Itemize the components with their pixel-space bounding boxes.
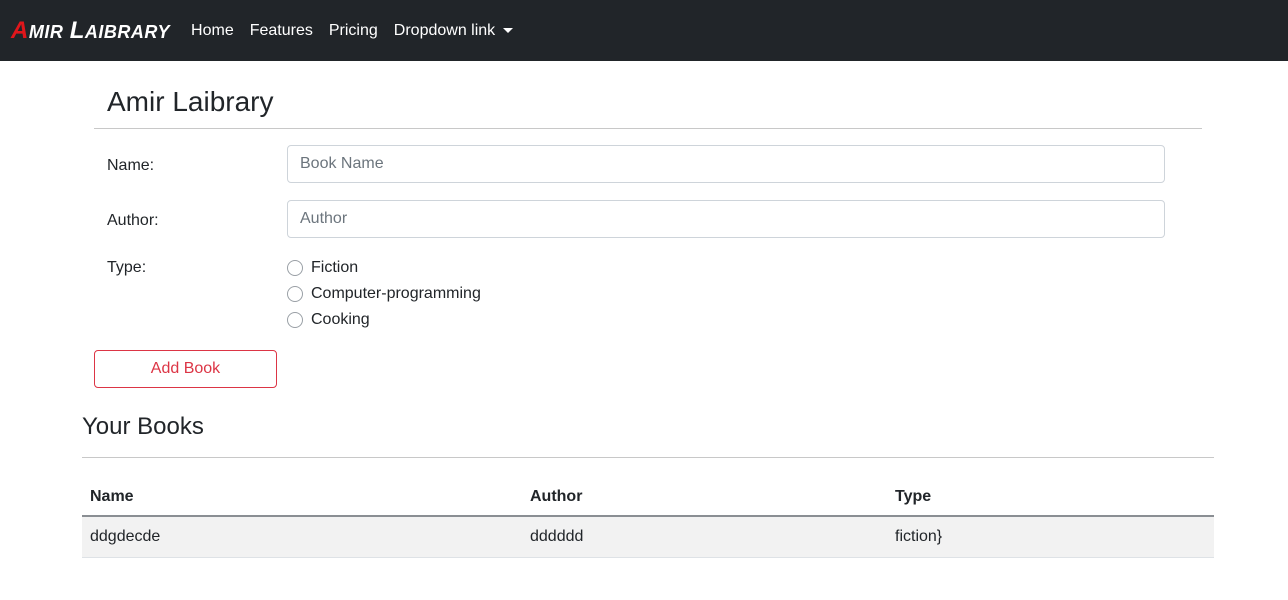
add-book-button[interactable]: Add Book bbox=[94, 350, 277, 388]
cell-book-type: fiction} bbox=[887, 516, 1214, 558]
author-label: Author: bbox=[107, 212, 159, 229]
cell-book-name: ddgdecde bbox=[82, 516, 522, 558]
type-option-cooking[interactable]: Cooking bbox=[287, 311, 370, 329]
cell-book-author: dddddd bbox=[522, 516, 887, 558]
radio-cooking[interactable] bbox=[287, 312, 303, 328]
type-label: Type: bbox=[107, 259, 147, 276]
nav-dropdown-label: Dropdown link bbox=[393, 21, 496, 39]
nav-dropdown-link[interactable]: Dropdown link bbox=[393, 21, 514, 40]
page-title: Amir Laibrary bbox=[107, 86, 274, 117]
your-books-heading: Your Books bbox=[82, 413, 204, 440]
column-header-type: Type bbox=[887, 478, 1214, 517]
brand-initial-l: L bbox=[69, 16, 85, 44]
radio-label-fiction: Fiction bbox=[311, 259, 359, 276]
name-label: Name: bbox=[107, 157, 155, 174]
column-header-author: Author bbox=[522, 478, 887, 517]
nav-link-pricing[interactable]: Pricing bbox=[329, 22, 378, 40]
nav-link-features[interactable]: Features bbox=[250, 22, 313, 40]
table-row: ddgdecde dddddd fiction} bbox=[82, 516, 1214, 558]
brand-initial-a: A bbox=[11, 16, 29, 44]
type-option-fiction[interactable]: Fiction bbox=[287, 259, 358, 277]
books-table: Name Author Type ddgdecde dddddd fiction… bbox=[82, 478, 1214, 558]
radio-computer-programming[interactable] bbox=[287, 286, 303, 302]
nav-link-home[interactable]: Home bbox=[191, 22, 234, 40]
brand-word-laibrary: AIBRARY bbox=[84, 21, 171, 42]
title-divider bbox=[94, 128, 1202, 129]
top-navbar: A MIR L AIBRARY Home Features Pricing Drop… bbox=[0, 0, 1288, 61]
radio-fiction[interactable] bbox=[287, 260, 303, 276]
radio-label-cooking: Cooking bbox=[311, 311, 370, 328]
brand-word-amir: MIR bbox=[28, 21, 64, 42]
column-header-name: Name bbox=[82, 478, 522, 517]
caret-down-icon bbox=[503, 28, 514, 33]
author-input[interactable] bbox=[287, 200, 1165, 238]
table-header-row: Name Author Type bbox=[82, 478, 1214, 517]
brand-logo[interactable]: A MIR L AIBRARY bbox=[11, 17, 170, 45]
book-name-input[interactable] bbox=[287, 145, 1165, 183]
type-option-computer-programming[interactable]: Computer-programming bbox=[287, 285, 481, 303]
section-divider bbox=[82, 457, 1214, 458]
nav-links: Home Features Pricing Dropdown link bbox=[191, 22, 529, 40]
radio-label-computer-programming: Computer-programming bbox=[311, 285, 481, 302]
